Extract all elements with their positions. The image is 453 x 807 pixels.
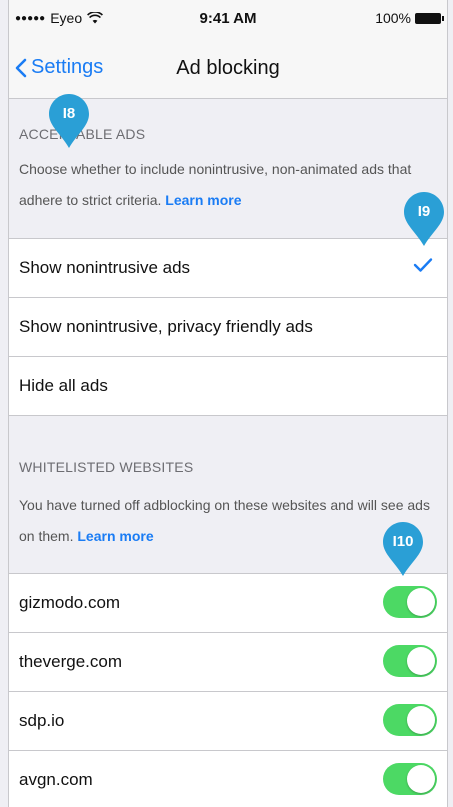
whitelisted-websites-header: WHITELISTED WEBSITES: [19, 459, 194, 475]
navigation-bar: Settings Ad blocking: [9, 40, 447, 99]
site-domain: gizmodo.com: [19, 593, 121, 612]
option-show-privacy-friendly-ads[interactable]: Show nonintrusive, privacy friendly ads: [9, 297, 447, 356]
whitelisted-site-row[interactable]: avgn.com: [9, 750, 447, 807]
whitelisted-websites-description: You have turned off adblocking on these …: [19, 490, 437, 552]
page-title: Ad blocking: [176, 57, 280, 79]
annotation-label: I9: [417, 203, 431, 220]
annotation-pin-i10: I10: [381, 520, 425, 578]
status-bar: ●●●●● Eyeo 9:41 AM 100%: [9, 0, 447, 40]
battery-icon: [415, 12, 444, 24]
status-right: 100%: [375, 10, 444, 26]
annotation-label: I10: [392, 533, 414, 550]
site-toggle-switch[interactable]: [383, 645, 437, 677]
acceptable-ads-options: Show nonintrusive ads Show nonintrusive,…: [9, 238, 447, 416]
toggle-knob: [407, 706, 435, 734]
whitelisted-site-row[interactable]: sdp.io: [9, 691, 447, 750]
option-label: Show nonintrusive, privacy friendly ads: [19, 317, 313, 336]
checkmark-icon: [413, 258, 433, 272]
toggle-knob: [407, 765, 435, 793]
phone-screen: ●●●●● Eyeo 9:41 AM 100% Settings Ad bloc…: [8, 0, 448, 807]
whitelisted-site-row[interactable]: theverge.com: [9, 632, 447, 691]
option-label: Hide all ads: [19, 376, 108, 395]
whitelisted-learn-more-link[interactable]: Learn more: [77, 528, 153, 544]
acceptable-ads-description: Choose whether to include nonintrusive, …: [19, 154, 437, 216]
annotation-pin-i9: I9: [402, 190, 446, 248]
toggle-knob: [407, 647, 435, 675]
site-toggle-switch[interactable]: [383, 704, 437, 736]
whitelisted-site-row[interactable]: gizmodo.com: [9, 574, 447, 632]
option-hide-all-ads[interactable]: Hide all ads: [9, 356, 447, 415]
annotation-pin-i8: I8: [47, 92, 91, 150]
site-toggle-switch[interactable]: [383, 586, 437, 618]
acceptable-ads-learn-more-link[interactable]: Learn more: [165, 192, 241, 208]
whitelisted-websites-list: gizmodo.com theverge.com sdp.io avgn.com: [9, 573, 447, 807]
option-label: Show nonintrusive ads: [19, 258, 191, 277]
site-domain: theverge.com: [19, 652, 122, 671]
toggle-knob: [407, 588, 435, 616]
battery-percent: 100%: [375, 10, 411, 26]
site-domain: avgn.com: [19, 770, 93, 789]
annotation-label: I8: [62, 105, 76, 122]
site-domain: sdp.io: [19, 711, 65, 730]
site-toggle-switch[interactable]: [383, 763, 437, 795]
option-show-nonintrusive-ads[interactable]: Show nonintrusive ads: [9, 239, 447, 297]
